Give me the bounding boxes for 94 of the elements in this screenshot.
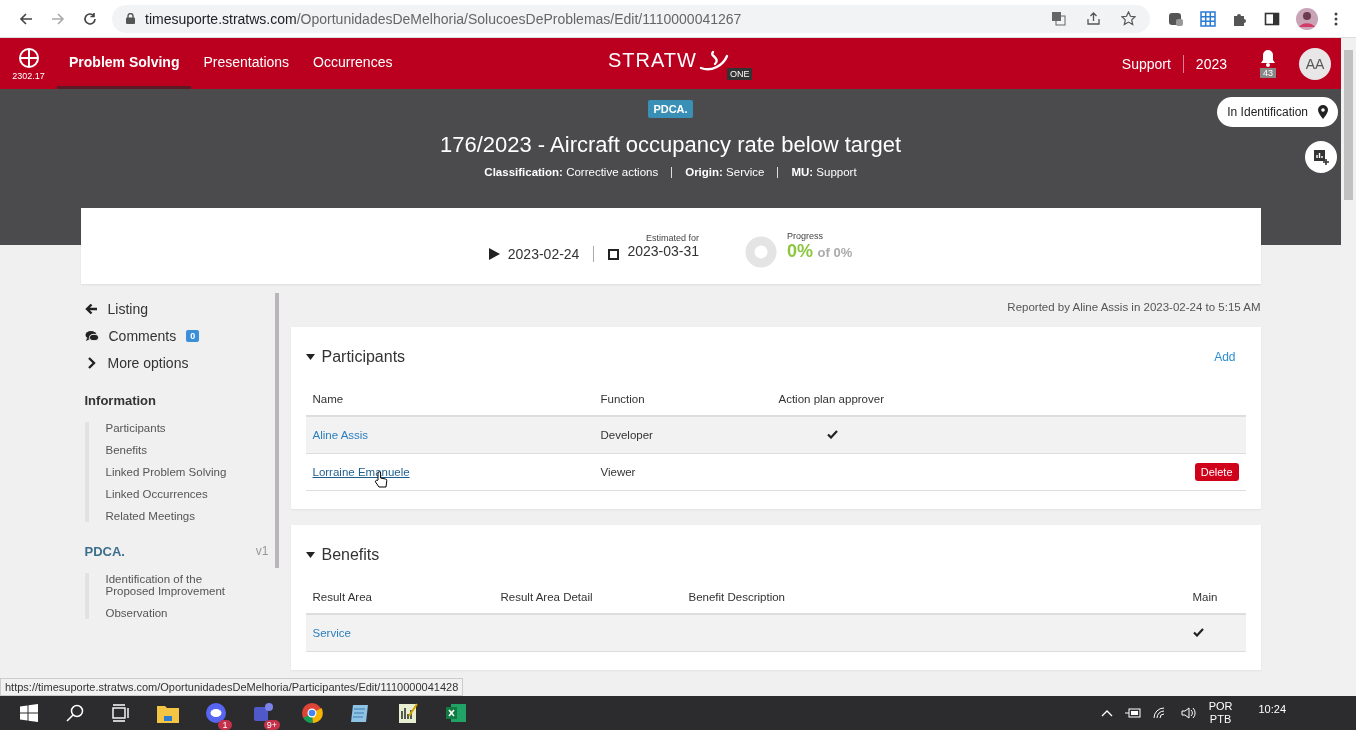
clock-time[interactable]: 10:24: [1258, 703, 1286, 715]
search-icon[interactable]: [66, 704, 84, 722]
result-area-link[interactable]: Service: [312, 627, 351, 639]
unit-link[interactable]: Support: [1121, 55, 1171, 72]
chat-app-icon[interactable]: [205, 702, 227, 724]
play-icon: [488, 248, 500, 260]
version-tag: v1: [255, 544, 269, 559]
profile-avatar-icon[interactable]: [1296, 7, 1318, 30]
section-title: Participants: [321, 348, 406, 366]
version-label: 2302.17: [12, 70, 45, 81]
status-pill[interactable]: In Identification: [1217, 97, 1338, 127]
delete-button[interactable]: Delete: [1194, 463, 1239, 481]
table-cell-text: Viewer: [599, 466, 637, 478]
browser-app-icon[interactable]: [301, 702, 323, 724]
caret-down-icon[interactable]: [305, 354, 315, 360]
side-panel-icon[interactable]: [1264, 10, 1280, 27]
teams-app-icon[interactable]: [253, 702, 275, 724]
back-arrow-icon: [84, 303, 98, 315]
progress-label: Progress: [787, 230, 825, 241]
methodology-badge: PDCA.: [648, 100, 693, 118]
app-badge: 9+: [263, 720, 280, 730]
add-link[interactable]: Add: [1214, 350, 1236, 364]
user-avatar[interactable]: AA: [1299, 47, 1331, 80]
battery-icon[interactable]: [1124, 708, 1141, 718]
nav-tab[interactable]: Occurrences: [301, 38, 405, 89]
app-badge: 1: [218, 720, 232, 730]
page-title: 176/2023 - Aircraft occupancy rate below target: [439, 132, 901, 158]
grid-icon[interactable]: [1200, 10, 1216, 27]
share-icon[interactable]: [1086, 11, 1101, 26]
menu-icon[interactable]: [1334, 11, 1338, 26]
participant-link[interactable]: Aline Assis: [312, 429, 369, 441]
column-header: Function: [599, 393, 646, 405]
sidebar-item[interactable]: Linked Problem Solving: [105, 466, 246, 478]
progress-value: 0%: [787, 240, 814, 261]
start-icon[interactable]: [20, 704, 38, 722]
task-view-icon[interactable]: [112, 704, 130, 722]
star-icon[interactable]: [1121, 11, 1136, 26]
link-preview-url: https://timesuporte.stratws.com/OportunidadesDeMelhoria/Participantes/Edit/1110000041428: [0, 678, 464, 696]
language-indicator[interactable]: POR PTB: [1208, 700, 1233, 726]
sidebar-item[interactable]: Identification of the Proposed Improvement: [105, 573, 246, 597]
sidebar-section-title: PDCA.: [84, 544, 125, 559]
sidebar-item[interactable]: Related Meetings: [105, 510, 246, 522]
meta-item: Classification: Corrective actions: [484, 166, 659, 178]
section-title: Benefits: [321, 546, 380, 564]
reload-icon[interactable]: [83, 11, 97, 26]
notepad-icon[interactable]: [349, 702, 371, 724]
meta-item: Origin: Service: [685, 166, 765, 178]
chart-add-icon: [1313, 149, 1329, 165]
start-date: 2023-02-24: [507, 246, 580, 262]
sidebar-action[interactable]: Comments 0: [84, 328, 279, 344]
comments-icon: [84, 330, 99, 342]
sidebar-item[interactable]: Observation: [105, 607, 246, 619]
participant-link[interactable]: Lorraine Emanuele: [312, 466, 410, 478]
column-header: Result Area: [311, 591, 373, 603]
table-cell-text: Developer: [599, 429, 654, 441]
column-header: Main: [1191, 591, 1219, 603]
notification-bell-icon[interactable]: [1260, 49, 1276, 67]
progress-ring: [745, 236, 778, 268]
year-link[interactable]: 2023: [1195, 55, 1227, 72]
chevron-up-icon[interactable]: [1100, 709, 1113, 717]
estimated-label: Estimated for: [646, 233, 700, 243]
column-header: Name: [311, 393, 345, 405]
progress-total: of 0%: [817, 244, 853, 260]
column-header: Benefit Description: [687, 591, 787, 603]
logo-badge: ONE: [726, 68, 753, 80]
sidebar-action[interactable]: More options: [84, 355, 279, 371]
notification-count: 43: [1260, 68, 1276, 78]
spreadsheet-icon[interactable]: [445, 702, 467, 724]
column-header: Action plan approver: [777, 393, 885, 405]
end-date: 2023-03-31: [627, 243, 700, 259]
stop-icon: [608, 248, 620, 260]
meta-item: MU: Support: [791, 166, 857, 178]
address-bar[interactable]: timesuporte.stratws.com/OportunidadesDeMelhoria/SolucoesDeProblemas/Edit/1110000041267: [112, 4, 1150, 33]
column-header: Result Area Detail: [499, 591, 594, 603]
speaker-icon[interactable]: [1180, 707, 1197, 719]
sidebar-item[interactable]: Linked Occurrences: [105, 488, 246, 500]
extension-icon[interactable]: [1168, 10, 1184, 27]
sidebar-item[interactable]: Benefits: [105, 444, 246, 456]
translate-icon[interactable]: [1051, 11, 1066, 26]
lock-icon: [126, 13, 135, 24]
folder-icon[interactable]: [157, 703, 179, 723]
logo-wordmark: STRATW: [608, 49, 697, 72]
sidebar-action[interactable]: Listing: [84, 301, 279, 317]
caret-down-icon[interactable]: [305, 552, 315, 558]
comment-count: 0: [186, 330, 200, 342]
reported-by-text: Reported by Aline Assis in 2023-02-24 to 5:15 AM: [1006, 301, 1261, 315]
nav-tab[interactable]: Presentations: [191, 38, 302, 89]
report-button[interactable]: [1305, 141, 1337, 173]
chart-editor-icon[interactable]: [397, 702, 419, 724]
app-logo-icon[interactable]: [17, 46, 40, 69]
sidebar-item[interactable]: Participants: [105, 422, 246, 434]
back-icon[interactable]: [19, 11, 33, 26]
map-pin-icon: [1318, 105, 1328, 119]
sidebar-section-title: Information: [84, 393, 156, 408]
